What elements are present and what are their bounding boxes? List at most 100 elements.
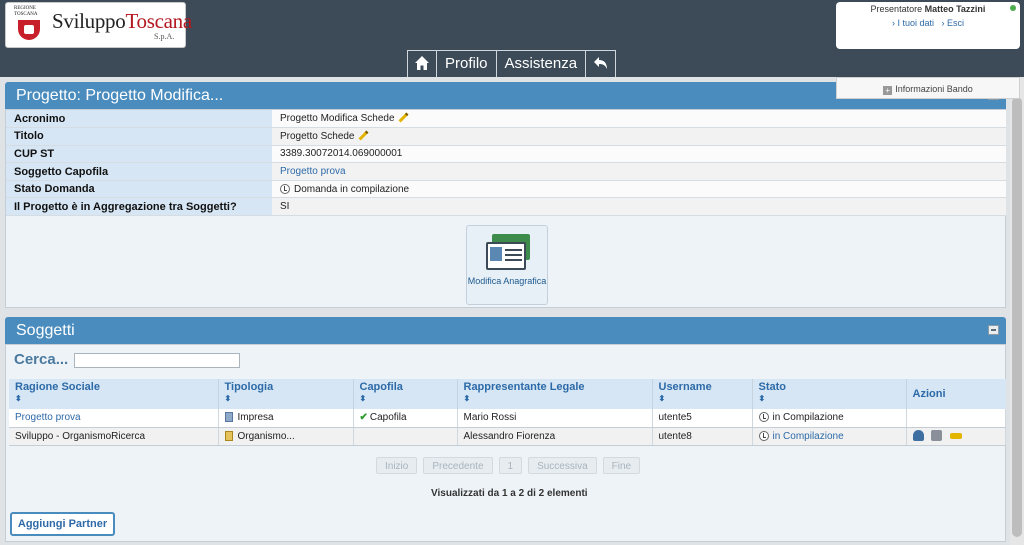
search-label: Cerca... — [14, 351, 69, 368]
cell-ragione: Sviluppo - OrganismoRicerca — [9, 427, 219, 446]
logo-name-part1: Sviluppo — [52, 9, 126, 33]
key-icon[interactable] — [950, 433, 963, 439]
nav-profile[interactable]: Profilo — [437, 51, 497, 77]
detail-label: CUP ST — [6, 145, 272, 164]
cell-username: utente8 — [652, 427, 753, 446]
sort-icon[interactable]: ⬍ — [464, 394, 652, 403]
tipologia-value: Organismo... — [237, 430, 295, 442]
stato-link[interactable]: in Compilazione — [773, 431, 844, 442]
project-panel-title: Progetto: Progetto Modifica... — [16, 87, 224, 104]
clock-icon — [758, 412, 769, 423]
col-tipologia[interactable]: Tipologia ⬍ — [218, 379, 354, 409]
main-nav: Profilo Assistenza — [407, 50, 617, 77]
user-links: › I tuoi dati › Esci — [836, 18, 1020, 28]
regione-toscana-emblem: REGIONE TOSCANA — [14, 6, 48, 46]
cell-capofila — [353, 427, 458, 446]
scrollbar[interactable] — [1010, 77, 1024, 545]
soggetti-panel-title: Soggetti — [16, 322, 75, 339]
cell-stato: in Compilazione — [752, 409, 907, 428]
col-capofila[interactable]: Capofila ⬍ — [353, 379, 458, 409]
nav-assistance[interactable]: Assistenza — [496, 51, 587, 77]
pager-next[interactable]: Successiva — [528, 457, 597, 474]
col-label: Username — [658, 381, 712, 393]
nav-home[interactable] — [408, 51, 437, 77]
project-details-table: Acronimo Progetto Modifica Schede Titolo… — [6, 110, 1006, 217]
detail-label: Il Progetto è in Aggregazione tra Sogget… — [6, 197, 272, 217]
detail-label: Stato Domanda — [6, 180, 272, 199]
info-bando-label: Informazioni Bando — [895, 84, 973, 94]
sort-icon[interactable]: ⬍ — [759, 394, 906, 403]
cell-azioni — [906, 427, 1006, 446]
online-status-icon — [1010, 5, 1016, 11]
nav-back[interactable] — [586, 51, 616, 77]
stato-value: in Compilazione — [772, 412, 844, 424]
col-stato[interactable]: Stato ⬍ — [752, 379, 907, 409]
logo[interactable]: REGIONE TOSCANA SviluppoToscana S.p.A. — [5, 2, 192, 48]
my-data-link[interactable]: › I tuoi dati — [892, 18, 934, 28]
detail-value: Progetto prova — [272, 162, 1006, 181]
folder-icon — [224, 430, 233, 441]
scrollbar-thumb[interactable] — [1012, 97, 1022, 537]
sort-icon[interactable]: ⬍ — [15, 394, 218, 403]
ragione-link[interactable]: Progetto prova — [15, 412, 81, 423]
user-box: Presentatore Matteo Tazzini › I tuoi dat… — [836, 2, 1020, 49]
sort-icon[interactable]: ⬍ — [360, 394, 457, 403]
col-ragione-sociale[interactable]: Ragione Sociale ⬍ — [9, 379, 219, 409]
logo-name-part2: Toscana — [125, 9, 192, 33]
check-icon: ✔ — [359, 412, 368, 424]
col-label: Ragione Sociale — [15, 381, 100, 393]
col-username[interactable]: Username ⬍ — [652, 379, 753, 409]
detail-value: Domanda in compilazione — [272, 180, 1006, 199]
sort-icon[interactable]: ⬍ — [659, 394, 752, 403]
clock-icon — [758, 430, 769, 441]
col-azioni: Azioni — [906, 379, 1006, 409]
detail-row: Titolo Progetto Schede — [6, 127, 1006, 146]
col-label: Tipologia — [224, 381, 274, 393]
col-rappresentante[interactable]: Rappresentante Legale ⬍ — [457, 379, 653, 409]
table-row[interactable]: Sviluppo - OrganismoRicerca Organismo...… — [9, 427, 1006, 446]
titolo-value: Progetto Schede — [280, 130, 355, 142]
user-role: Presentatore — [870, 4, 923, 14]
soggetti-panel-body: Cerca... Ragione Sociale ⬍ Tipologia ⬍ Cap… — [5, 344, 1006, 542]
info-bando-button[interactable]: + Informazioni Bando — [836, 77, 1020, 99]
project-panel-body: Acronimo Progetto Modifica Schede Titolo… — [5, 109, 1006, 308]
table-header-row: Ragione Sociale ⬍ Tipologia ⬍ Capofila ⬍ Ra… — [9, 379, 1006, 409]
detail-value: Progetto Schede — [272, 127, 1006, 146]
detail-value: SI — [272, 197, 1006, 217]
pager-last[interactable]: Fine — [602, 457, 641, 474]
collapse-icon[interactable] — [988, 325, 999, 335]
capofila-link[interactable]: Progetto prova — [280, 166, 346, 177]
logout-link[interactable]: › Esci — [942, 18, 965, 28]
cell-tipologia: Organismo... — [218, 427, 354, 446]
plus-icon: + — [883, 86, 893, 95]
cell-username: utente5 — [652, 409, 753, 428]
detail-label: Titolo — [6, 127, 272, 146]
main-content: Progetto: Progetto Modifica... + Informaz… — [0, 77, 1024, 545]
add-partner-button[interactable]: Aggiungi Partner — [10, 512, 115, 536]
home-icon — [415, 56, 429, 70]
search-input[interactable] — [74, 353, 240, 368]
print-icon[interactable] — [931, 430, 943, 441]
soggetti-panel-header: Soggetti — [5, 317, 1006, 344]
sort-icon[interactable]: ⬍ — [225, 394, 353, 403]
detail-row: CUP ST 3389.30072014.069000001 — [6, 145, 1006, 164]
pager-page[interactable]: 1 — [498, 457, 523, 474]
region-label: REGIONE TOSCANA — [14, 6, 38, 17]
pagination: Inizio Precedente 1 Successiva Fine — [376, 457, 641, 474]
cell-capofila: ✔ Capofila — [353, 409, 458, 428]
pager-prev[interactable]: Precedente — [423, 457, 493, 474]
logo-suffix: S.p.A. — [154, 32, 175, 41]
pencil-icon[interactable] — [398, 112, 408, 123]
acronimo-value: Progetto Modifica Schede — [280, 113, 395, 125]
detail-row: Acronimo Progetto Modifica Schede — [6, 110, 1006, 129]
modifica-anagrafica-button[interactable]: Modifica Anagrafica — [466, 225, 548, 305]
pencil-icon[interactable] — [358, 130, 368, 141]
user-icon[interactable] — [912, 430, 924, 441]
table-row[interactable]: Progetto prova Impresa ✔ Capofila Mario R… — [9, 409, 1006, 428]
shield-icon — [18, 20, 40, 40]
pager-first[interactable]: Inizio — [376, 457, 418, 474]
stato-domanda-value: Domanda in compilazione — [294, 183, 410, 195]
clock-icon — [280, 183, 290, 194]
detail-value: Progetto Modifica Schede — [272, 110, 1006, 129]
cell-ragione: Progetto prova — [9, 409, 219, 428]
